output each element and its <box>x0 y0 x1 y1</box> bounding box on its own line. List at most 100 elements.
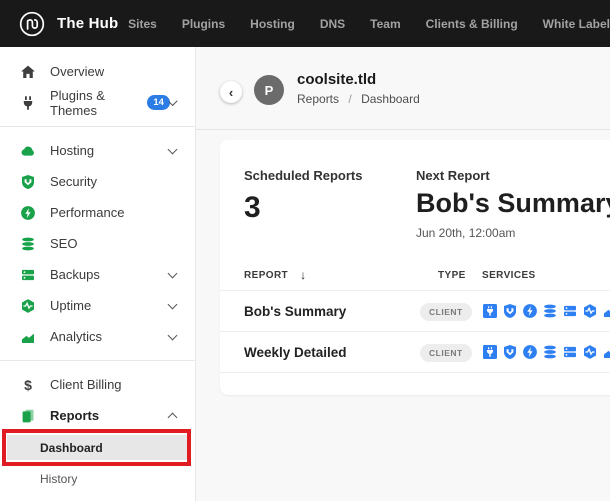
sidebar-item-label: Plugins & Themes <box>50 87 105 118</box>
uptime-pulse-icon <box>20 298 36 314</box>
bolt-icon <box>20 205 36 221</box>
sidebar-item-label: Reports <box>50 408 100 423</box>
seo-icon <box>542 303 558 319</box>
sidebar-item-reports[interactable]: Reports <box>0 400 195 431</box>
back-button[interactable]: ‹ <box>220 81 242 103</box>
sidebar-item-performance[interactable]: Performance <box>0 197 195 228</box>
top-bar: The Hub Sites Plugins Hosting DNS Team C… <box>0 0 610 47</box>
sidebar-divider <box>0 126 195 127</box>
sidebar-item-label: Analytics <box>50 329 103 344</box>
backups-icon <box>562 303 578 319</box>
subitem-label: Dashboard <box>40 440 103 455</box>
header-divider <box>196 129 610 130</box>
sidebar-item-security[interactable]: Security <box>0 166 195 197</box>
scheduled-reports-label: Scheduled Reports <box>244 168 363 183</box>
services-icons <box>482 344 610 360</box>
plugins-count-badge: 14 <box>147 94 170 111</box>
uptime-icon <box>582 344 598 360</box>
table-row[interactable]: Weekly Detailed CLIENT <box>220 331 610 372</box>
sidebar-item-label: SEO <box>50 236 78 251</box>
breadcrumb-section[interactable]: Reports <box>297 92 339 106</box>
hub-brand[interactable]: The Hub <box>18 10 118 38</box>
sidebar: Overview Plugins & Themes 14 Hosting Sec… <box>0 47 196 501</box>
services-icons <box>482 303 610 319</box>
breadcrumb: Reports / Dashboard <box>297 92 420 106</box>
sidebar-subitem-dashboard[interactable]: Dashboard <box>2 429 191 466</box>
column-header-report[interactable]: REPORT ↓ <box>244 268 420 282</box>
backups-icon <box>562 344 578 360</box>
sidebar-item-plugins-themes[interactable]: Plugins & Themes 14 <box>0 87 195 118</box>
subitem-label: History <box>40 472 78 486</box>
brand-title: The Hub <box>57 15 119 32</box>
uptime-icon <box>582 303 598 319</box>
cloud-icon <box>20 143 36 159</box>
sidebar-item-hosting[interactable]: Hosting <box>0 135 195 166</box>
sidebar-item-label: Uptime <box>50 298 92 313</box>
sidebar-item-backups[interactable]: Backups <box>0 259 195 290</box>
analytics-icon <box>602 303 610 319</box>
analytics-chart-icon <box>20 329 36 345</box>
sidebar-item-label: Client Billing <box>50 377 122 392</box>
plugins-icon <box>482 344 498 360</box>
plug-icon <box>20 95 36 111</box>
report-name[interactable]: Weekly Detailed <box>244 345 420 360</box>
sidebar-item-uptime[interactable]: Uptime <box>0 290 195 321</box>
next-report-name: Bob's Summary <box>416 188 610 218</box>
sidebar-item-seo[interactable]: SEO <box>0 228 195 259</box>
dollar-icon: $ <box>24 376 32 393</box>
chevron-down-icon[interactable] <box>167 330 178 340</box>
sidebar-item-overview[interactable]: Overview <box>0 56 195 87</box>
security-icon <box>502 303 518 319</box>
report-name[interactable]: Bob's Summary <box>244 304 420 319</box>
nav-team[interactable]: Team <box>370 17 400 31</box>
performance-icon <box>522 303 538 319</box>
sidebar-item-client-billing[interactable]: $ Client Billing <box>0 369 195 400</box>
analytics-icon <box>602 344 610 360</box>
wpmudev-logo-icon <box>18 10 46 38</box>
nav-hosting[interactable]: Hosting <box>250 17 295 31</box>
chevron-down-icon[interactable] <box>167 299 178 309</box>
sidebar-item-label: Backups <box>50 267 100 282</box>
sidebar-item-label: Overview <box>50 64 105 79</box>
column-header-services[interactable]: SERVICES <box>482 270 610 281</box>
column-header-type[interactable]: TYPE <box>420 270 482 281</box>
nav-sites[interactable]: Sites <box>128 17 157 31</box>
plugins-icon <box>482 303 498 319</box>
site-avatar[interactable]: P <box>254 75 284 105</box>
chevron-up-icon[interactable] <box>167 412 178 422</box>
sort-descending-icon[interactable]: ↓ <box>300 268 306 282</box>
type-badge: CLIENT <box>420 343 472 362</box>
site-header: ‹ P coolsite.tld Reports / Dashboard <box>196 47 610 129</box>
sidebar-item-label: Hosting <box>50 143 95 158</box>
shield-icon <box>20 174 36 190</box>
chevron-down-icon[interactable] <box>167 268 178 278</box>
report-stats: Scheduled Reports 3 Next Report Bob's Su… <box>220 140 610 260</box>
table-header: REPORT ↓ TYPE SERVICES <box>220 260 610 290</box>
seo-icon <box>542 344 558 360</box>
sidebar-item-label: Security <box>50 174 97 189</box>
performance-icon <box>522 344 538 360</box>
next-report-time: Jun 20th, 12:00am <box>416 226 516 240</box>
card-footer <box>220 372 610 395</box>
home-icon <box>20 64 36 80</box>
chevron-left-icon: ‹ <box>228 84 234 100</box>
nav-clients-billing[interactable]: Clients & Billing <box>426 17 518 31</box>
nav-white-label[interactable]: White Label <box>543 17 610 31</box>
sidebar-item-analytics[interactable]: Analytics <box>0 321 195 352</box>
reports-card: Scheduled Reports 3 Next Report Bob's Su… <box>220 140 610 395</box>
sidebar-subitem-history[interactable]: History <box>0 467 195 491</box>
nav-dns[interactable]: DNS <box>320 17 345 31</box>
next-report-label: Next Report <box>416 168 490 183</box>
sidebar-divider <box>0 360 195 361</box>
seo-discs-icon <box>20 236 36 252</box>
scheduled-reports-count: 3 <box>244 191 261 224</box>
table-row[interactable]: Bob's Summary CLIENT <box>220 290 610 331</box>
sidebar-item-label: Performance <box>50 205 125 220</box>
chevron-down-icon[interactable] <box>167 144 178 154</box>
main-content: ‹ P coolsite.tld Reports / Dashboard Sch… <box>196 47 610 501</box>
security-icon <box>502 344 518 360</box>
nav-plugins[interactable]: Plugins <box>182 17 225 31</box>
backup-bars-icon <box>20 267 36 283</box>
page-title: coolsite.tld <box>297 71 377 88</box>
reports-pages-icon <box>20 408 36 424</box>
